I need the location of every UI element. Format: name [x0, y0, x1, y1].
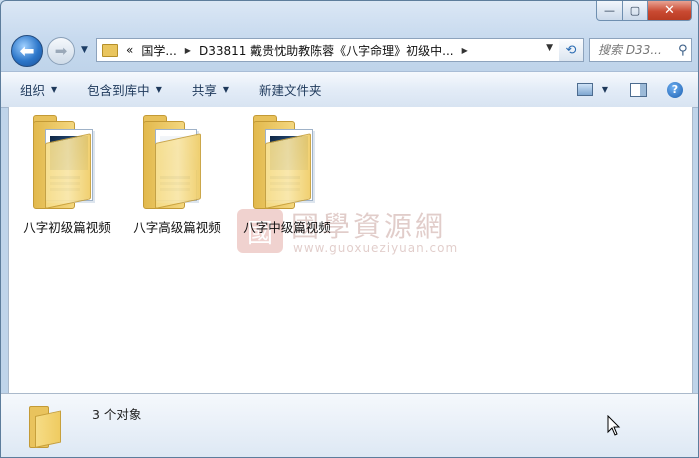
- folder-icon: [137, 113, 217, 211]
- folder-name: 八字初级篇视频: [23, 220, 111, 235]
- chevron-down-icon: ▼: [51, 85, 58, 94]
- arrow-right-icon: ➡: [54, 42, 68, 60]
- organize-label: 组织: [20, 83, 46, 98]
- folder-name: 八字中级篇视频: [243, 220, 331, 235]
- view-controls: ▼ ?: [576, 72, 698, 107]
- breadcrumb-overflow[interactable]: «: [126, 43, 133, 57]
- organize-menu[interactable]: 组织 ▼: [20, 80, 57, 99]
- refresh-button[interactable]: ⟲: [559, 38, 584, 62]
- new-folder-label: 新建文件夹: [259, 83, 322, 98]
- forward-button[interactable]: ➡: [47, 37, 75, 65]
- breadcrumb-separator-icon[interactable]: ▶: [185, 46, 191, 55]
- arrow-left-icon: ⬅: [19, 40, 35, 62]
- change-view-icon[interactable]: [576, 83, 593, 96]
- chevron-down-icon: ▼: [155, 85, 162, 94]
- include-in-library-menu[interactable]: 包含到库中 ▼: [87, 80, 162, 99]
- share-menu[interactable]: 共享 ▼: [192, 80, 229, 99]
- refresh-icon: ⟲: [565, 42, 577, 58]
- breadcrumb-current-folder[interactable]: D33811 戴贵忱助教陈蓉《八字命理》初级中...: [199, 42, 454, 59]
- share-label: 共享: [191, 83, 217, 98]
- help-icon[interactable]: ?: [667, 81, 683, 98]
- address-bar[interactable]: « 国学... ▶ D33811 戴贵忱助教陈蓉《八字命理》初级中... ▶ ▼: [96, 38, 560, 62]
- close-button[interactable]: ✕: [648, 1, 692, 21]
- file-list-pane[interactable]: 國 國學資源網 www.guoxueziyuan.com 八字初级篇视频 八字高…: [8, 107, 693, 393]
- folder-item[interactable]: 八字中级篇视频: [232, 113, 342, 236]
- command-bar: 组织 ▼ 包含到库中 ▼ 共享 ▼ 新建文件夹 ▼ ?: [1, 71, 698, 108]
- preview-pane-icon[interactable]: [630, 82, 647, 97]
- caption-buttons: — ▢ ✕: [596, 1, 692, 21]
- search-box[interactable]: ⚲: [589, 38, 692, 62]
- folder-icon: [27, 113, 107, 211]
- item-count: 3 个对象: [92, 407, 142, 422]
- new-folder-button[interactable]: 新建文件夹: [259, 80, 322, 99]
- address-dropdown-icon[interactable]: ▼: [546, 43, 553, 53]
- watermark-url: www.guoxueziyuan.com: [293, 241, 459, 255]
- folder-item[interactable]: 八字高级篇视频: [122, 113, 232, 236]
- search-icon[interactable]: ⚲: [678, 43, 688, 58]
- chevron-down-icon: ▼: [222, 85, 230, 94]
- folder-name: 八字高级篇视频: [133, 220, 221, 235]
- folder-item[interactable]: 八字初级篇视频: [12, 113, 122, 236]
- folder-icon: [29, 402, 63, 448]
- search-input[interactable]: [596, 42, 676, 58]
- view-options-dropdown[interactable]: ▼: [602, 85, 608, 94]
- navigation-bar: ⬅ ➡ ▼ « 国学... ▶ D33811 戴贵忱助教陈蓉《八字命理》初级中.…: [1, 31, 698, 69]
- breadcrumb-separator-icon[interactable]: ▶: [462, 46, 468, 55]
- maximize-button[interactable]: ▢: [623, 1, 648, 21]
- back-button[interactable]: ⬅: [11, 35, 43, 67]
- breadcrumb-guoxue[interactable]: 国学...: [141, 42, 176, 59]
- folder-icon: [247, 113, 327, 211]
- details-pane: 3 个对象: [1, 393, 698, 457]
- recent-pages-dropdown[interactable]: ▼: [81, 45, 88, 55]
- include-library-label: 包含到库中: [87, 83, 150, 98]
- explorer-window: — ▢ ✕ ⬅ ➡ ▼ « 国学... ▶ D33811 戴贵忱助教陈蓉《八字命…: [0, 0, 699, 458]
- minimize-button[interactable]: —: [596, 1, 623, 21]
- folder-icon: [102, 43, 118, 57]
